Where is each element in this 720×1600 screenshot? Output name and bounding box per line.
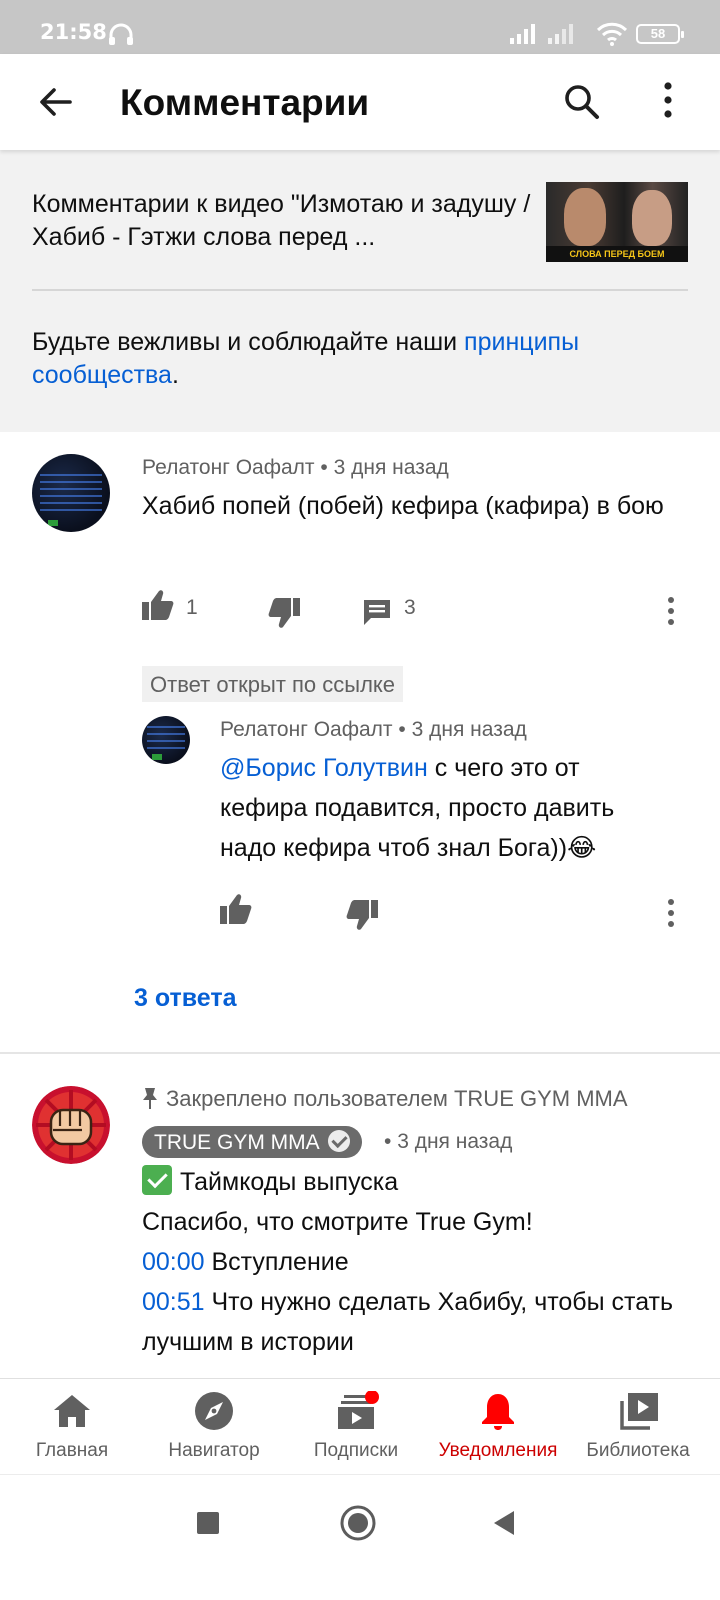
reply-dislike-icon[interactable] bbox=[346, 900, 378, 930]
reply-mention[interactable]: @Борис Голутвин bbox=[220, 754, 428, 782]
channel-name: TRUE GYM MMA bbox=[154, 1131, 320, 1154]
reply-meta: Релатонг Оафалт • 3 дня назад bbox=[220, 718, 527, 741]
headphones-icon bbox=[109, 23, 133, 45]
comment-author[interactable]: Релатонг Оафалт bbox=[142, 456, 315, 479]
pinned-label: Закреплено пользователем TRUE GYM MMA bbox=[142, 1086, 628, 1112]
header-divider bbox=[32, 289, 688, 291]
reply-like-icon[interactable] bbox=[220, 894, 252, 924]
pinned-comment-text: Таймкоды выпуска Спасибо, что смотрите T… bbox=[142, 1162, 702, 1362]
reply-avatar[interactable] bbox=[142, 716, 190, 764]
back-triangle-icon[interactable] bbox=[492, 1509, 516, 1537]
channel-avatar[interactable] bbox=[32, 1086, 110, 1164]
library-icon bbox=[620, 1393, 658, 1430]
bell-icon bbox=[482, 1394, 514, 1430]
dislike-icon[interactable] bbox=[268, 598, 300, 628]
app-bar: Комментарии bbox=[0, 54, 720, 150]
pinned-line-1: Таймкоды выпуска bbox=[142, 1162, 702, 1202]
page-title: Комментарии bbox=[120, 82, 370, 123]
thumbnail-face-right bbox=[632, 190, 672, 246]
nav-notifications[interactable]: Уведомления bbox=[426, 1379, 570, 1475]
home-circle-icon[interactable] bbox=[340, 1505, 376, 1541]
search-icon[interactable] bbox=[562, 82, 602, 122]
timecode-link[interactable]: 00:51 bbox=[142, 1288, 205, 1316]
signal-2-icon bbox=[548, 24, 573, 44]
reply-author[interactable]: Релатонг Оафалт bbox=[220, 718, 393, 741]
pinned-line-1-text: Таймкоды выпуска bbox=[180, 1168, 399, 1196]
reply-menu-icon[interactable] bbox=[666, 898, 676, 928]
subscriptions-icon bbox=[338, 1391, 379, 1429]
bottom-navigation: Главная Навигатор Подписки Уведомления Б… bbox=[0, 1378, 720, 1474]
guidelines-prefix: Будьте вежливы и соблюдайте наши bbox=[32, 328, 465, 356]
avatar[interactable] bbox=[32, 454, 110, 532]
reply-icon[interactable] bbox=[362, 598, 392, 626]
pinned-time: • 3 дня назад bbox=[384, 1130, 513, 1153]
timecode-label: Вступление bbox=[204, 1248, 349, 1276]
comment-meta: Релатонг Оафалт • 3 дня назад bbox=[142, 456, 449, 479]
view-replies-link[interactable]: 3 ответа bbox=[134, 984, 237, 1013]
wifi-icon bbox=[596, 22, 628, 46]
check-mark-icon bbox=[142, 1165, 172, 1195]
nav-explore-label: Навигатор bbox=[168, 1440, 260, 1461]
nav-home[interactable]: Главная bbox=[0, 1379, 144, 1475]
back-arrow-icon[interactable] bbox=[36, 82, 76, 122]
timecode-row-2: 00:51 Что нужно сделать Хабибу, чтобы ст… bbox=[142, 1282, 702, 1362]
reply-count: 3 bbox=[404, 596, 416, 619]
video-thumbnail[interactable]: СЛОВА ПЕРЕД БОЕМ bbox=[546, 182, 688, 262]
linked-reply-badge: Ответ открыт по ссылке bbox=[142, 666, 404, 702]
nav-library-label: Библиотека bbox=[586, 1440, 690, 1461]
reply-time: 3 дня назад bbox=[411, 718, 527, 741]
video-title[interactable]: Комментарии к видео "Измотаю и задушу / … bbox=[32, 188, 532, 254]
verified-check-icon bbox=[327, 1130, 350, 1152]
comment-text: Хабиб попей (побей) кефира (кафира) в бо… bbox=[142, 492, 664, 520]
timecode-link[interactable]: 00:00 bbox=[142, 1248, 205, 1276]
reply-emoji: 😂 bbox=[567, 834, 597, 862]
status-bar: 21:58 58 bbox=[0, 0, 720, 54]
pinned-time-value: 3 дня назад bbox=[397, 1130, 513, 1153]
status-time: 21:58 bbox=[40, 20, 107, 44]
pinned-line-2: Спасибо, что смотрите True Gym! bbox=[142, 1208, 533, 1236]
nav-subscriptions-label: Подписки bbox=[313, 1440, 399, 1461]
signal-icon bbox=[510, 24, 535, 44]
like-icon[interactable] bbox=[142, 590, 174, 620]
nav-subscriptions[interactable]: Подписки bbox=[284, 1379, 428, 1475]
reply-text: @Борис Голутвин с чего это от кефира под… bbox=[220, 748, 670, 868]
battery-icon: 58 bbox=[636, 24, 684, 44]
nav-library[interactable]: Библиотека bbox=[566, 1379, 710, 1475]
thumbnail-caption: СЛОВА ПЕРЕД БОЕМ bbox=[546, 246, 688, 262]
community-guidelines-note: Будьте вежливы и соблюдайте наши принцип… bbox=[32, 326, 692, 392]
timecode-label: Что нужно сделать Хабибу, чтобы стать лу… bbox=[142, 1288, 674, 1356]
nav-notifications-label: Уведомления bbox=[438, 1440, 558, 1461]
comment-menu-icon[interactable] bbox=[666, 596, 676, 626]
pin-icon bbox=[143, 1088, 157, 1109]
nav-home-label: Главная bbox=[35, 1440, 109, 1461]
guidelines-suffix: . bbox=[171, 361, 179, 389]
system-navigation-bar bbox=[0, 1474, 720, 1600]
comment-time: 3 дня назад bbox=[333, 456, 449, 479]
comment-separator bbox=[0, 1052, 720, 1054]
thumbnail-face-left bbox=[564, 188, 606, 246]
pinned-by-text: Закреплено пользователем TRUE GYM MMA bbox=[166, 1086, 628, 1111]
compass-icon bbox=[195, 1392, 233, 1430]
comments-header: Комментарии к видео "Измотаю и задушу / … bbox=[0, 150, 720, 432]
recent-apps-icon[interactable] bbox=[196, 1511, 220, 1535]
channel-owner-chip[interactable]: TRUE GYM MMA bbox=[142, 1126, 362, 1158]
home-icon bbox=[54, 1395, 90, 1427]
nav-explore[interactable]: Навигатор bbox=[142, 1379, 286, 1475]
timecode-row-1: 00:00 Вступление bbox=[142, 1242, 702, 1282]
more-vert-icon[interactable] bbox=[656, 80, 680, 124]
like-count: 1 bbox=[186, 596, 198, 619]
